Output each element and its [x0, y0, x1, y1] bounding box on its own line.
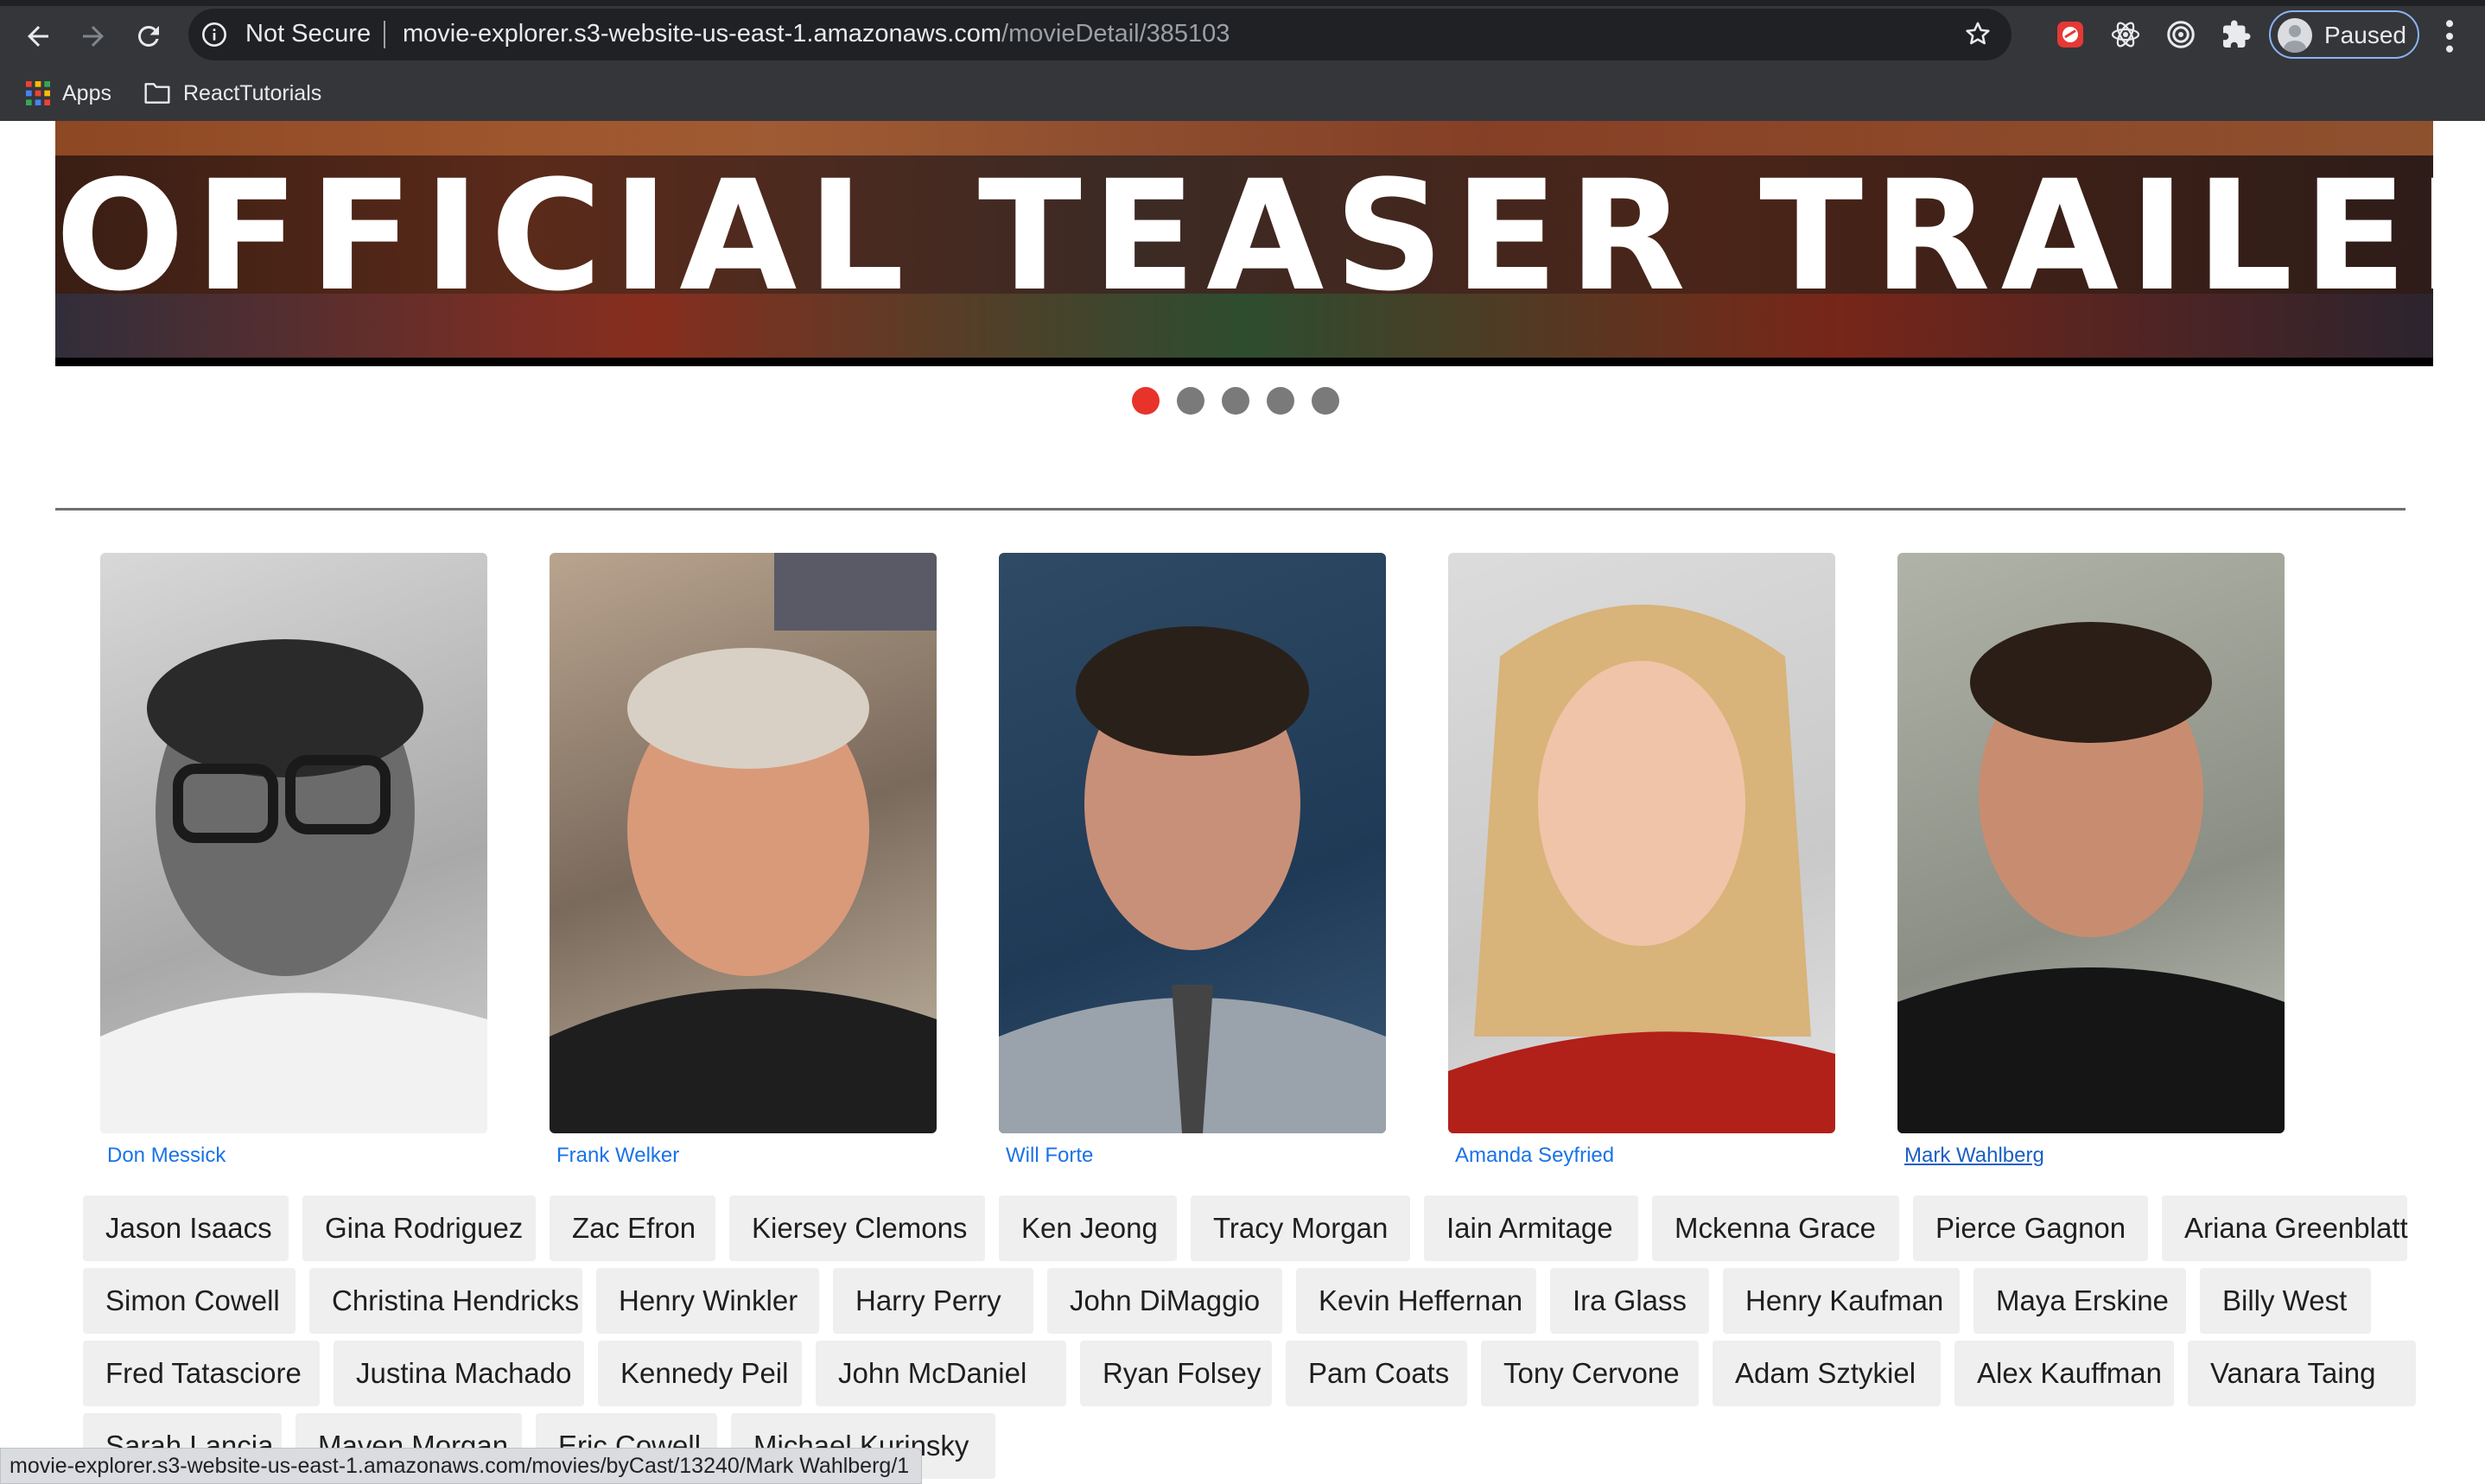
cast-chip[interactable]: Ken Jeong: [999, 1195, 1177, 1261]
reload-button[interactable]: [126, 14, 171, 59]
cast-chip[interactable]: Zac Efron: [550, 1195, 715, 1261]
profile-status: Paused: [2324, 22, 2406, 48]
tab-strip: [0, 0, 2485, 6]
url-text[interactable]: movie-explorer.s3-website-us-east-1.amaz…: [403, 20, 1230, 48]
cast-chip[interactable]: John DiMaggio: [1047, 1268, 1282, 1334]
cast-chip[interactable]: Justina Machado: [334, 1341, 584, 1406]
cast-chip[interactable]: Kennedy Peil: [598, 1341, 802, 1406]
omnibox-separator: [384, 21, 385, 48]
cast-chip[interactable]: Jason Isaacs: [83, 1195, 289, 1261]
bookmark-apps[interactable]: Apps: [26, 76, 111, 111]
cast-name-link[interactable]: Amanda Seyfried: [1455, 1144, 1614, 1168]
cast-chip[interactable]: Vanara Taing: [2188, 1341, 2416, 1406]
cast-chip[interactable]: Ariana Greenblatt: [2162, 1195, 2408, 1261]
cast-chip[interactable]: Pam Coats: [1286, 1341, 1467, 1406]
cast-card[interactable]: Mark Wahlberg: [1897, 553, 2285, 1167]
carousel-dot-4[interactable]: [1267, 387, 1294, 415]
puzzle-extensions-icon[interactable]: [2219, 17, 2253, 52]
cast-photo[interactable]: [100, 553, 487, 1133]
cast-name-link[interactable]: Will Forte: [1006, 1144, 1093, 1168]
cast-chip[interactable]: Tony Cervone: [1481, 1341, 1699, 1406]
carousel-indicators: [1132, 387, 1339, 415]
cast-card[interactable]: Don Messick: [100, 553, 487, 1167]
cast-card[interactable]: Frank Welker: [550, 553, 937, 1167]
cast-chip[interactable]: Alex Kauffman: [1954, 1341, 2174, 1406]
bookmark-star-icon[interactable]: [1963, 19, 1992, 48]
profile-button[interactable]: Paused: [2269, 10, 2419, 59]
cast-photo[interactable]: [1897, 553, 2285, 1133]
browser-toolbar: Not Secure movie-explorer.s3-website-us-…: [0, 0, 2485, 121]
url-host: movie-explorer.s3-website-us-east-1.amaz…: [403, 20, 1002, 48]
bookmark-label: Apps: [62, 80, 111, 105]
cast-chip[interactable]: Mckenna Grace: [1652, 1195, 1899, 1261]
cast-name-link[interactable]: Frank Welker: [556, 1144, 679, 1168]
link-status-bar: movie-explorer.s3-website-us-east-1.amaz…: [0, 1448, 923, 1484]
cast-chip[interactable]: Pierce Gagnon: [1913, 1195, 2148, 1261]
back-arrow-icon: [28, 26, 48, 47]
banner-border: [55, 358, 2433, 366]
section-divider: [55, 508, 2406, 511]
cast-chip[interactable]: Fred Tatasciore: [83, 1341, 320, 1406]
security-label[interactable]: Not Secure: [245, 20, 371, 48]
cast-chip[interactable]: Kiersey Clemons: [729, 1195, 985, 1261]
cast-chip[interactable]: Henry Kaufman: [1723, 1268, 1960, 1334]
carousel-dot-2[interactable]: [1177, 387, 1204, 415]
cast-photo[interactable]: [999, 553, 1386, 1133]
bookmark-label: ReactTutorials: [183, 80, 322, 105]
trailer-title: OFFICIAL TEASER TRAILER: [55, 148, 2433, 325]
more-menu-icon[interactable]: [2437, 17, 2463, 55]
cast-card[interactable]: Will Forte: [999, 553, 1386, 1167]
cast-chip[interactable]: Christina Hendricks: [309, 1268, 582, 1334]
bookmark-reacttutorials[interactable]: ReactTutorials: [143, 76, 321, 111]
cast-name-link[interactable]: Don Messick: [107, 1144, 226, 1168]
cast-chip[interactable]: John McDaniel: [816, 1341, 1066, 1406]
cast-chip[interactable]: Ryan Folsey: [1080, 1341, 1272, 1406]
cast-chip[interactable]: Harry Perry: [833, 1268, 1033, 1334]
red-extension-icon[interactable]: [2053, 17, 2088, 52]
react-devtools-icon[interactable]: [2108, 17, 2143, 52]
cast-chip[interactable]: Adam Sztykiel: [1713, 1341, 1941, 1406]
carousel-dot-1[interactable]: [1132, 387, 1160, 415]
trailer-carousel-slide[interactable]: OFFICIAL TEASER TRAILER: [55, 121, 2433, 366]
info-icon[interactable]: [200, 21, 228, 48]
cast-chip[interactable]: Tracy Morgan: [1191, 1195, 1410, 1261]
cast-name-link[interactable]: Mark Wahlberg: [1904, 1144, 2044, 1168]
cast-chip[interactable]: Henry Winkler: [596, 1268, 819, 1334]
cast-chip[interactable]: Gina Rodriguez: [302, 1195, 536, 1261]
forward-button[interactable]: [71, 14, 116, 59]
apps-grid-icon: [26, 81, 50, 105]
cast-chip[interactable]: Simon Cowell: [83, 1268, 296, 1334]
avatar: [2278, 18, 2312, 53]
cast-card[interactable]: Amanda Seyfried: [1448, 553, 1835, 1167]
cast-chip[interactable]: Maya Erskine: [1973, 1268, 2186, 1334]
address-bar[interactable]: Not Secure movie-explorer.s3-website-us-…: [188, 9, 2012, 60]
cast-chip[interactable]: Ira Glass: [1550, 1268, 1709, 1334]
carousel-dot-5[interactable]: [1312, 387, 1339, 415]
cast-chip[interactable]: Kevin Heffernan: [1296, 1268, 1536, 1334]
forward-arrow-icon: [83, 26, 104, 47]
cast-photo[interactable]: [1448, 553, 1835, 1133]
target-extension-icon[interactable]: [2164, 17, 2198, 52]
reload-icon: [137, 25, 159, 47]
cast-chip[interactable]: Billy West: [2200, 1268, 2371, 1334]
cast-chip[interactable]: Iain Armitage: [1424, 1195, 1638, 1261]
url-path: /movieDetail/385103: [1001, 20, 1230, 48]
carousel-dot-3[interactable]: [1222, 387, 1249, 415]
back-button[interactable]: [16, 14, 60, 59]
folder-icon: [144, 83, 170, 104]
cast-photo[interactable]: [550, 553, 937, 1133]
